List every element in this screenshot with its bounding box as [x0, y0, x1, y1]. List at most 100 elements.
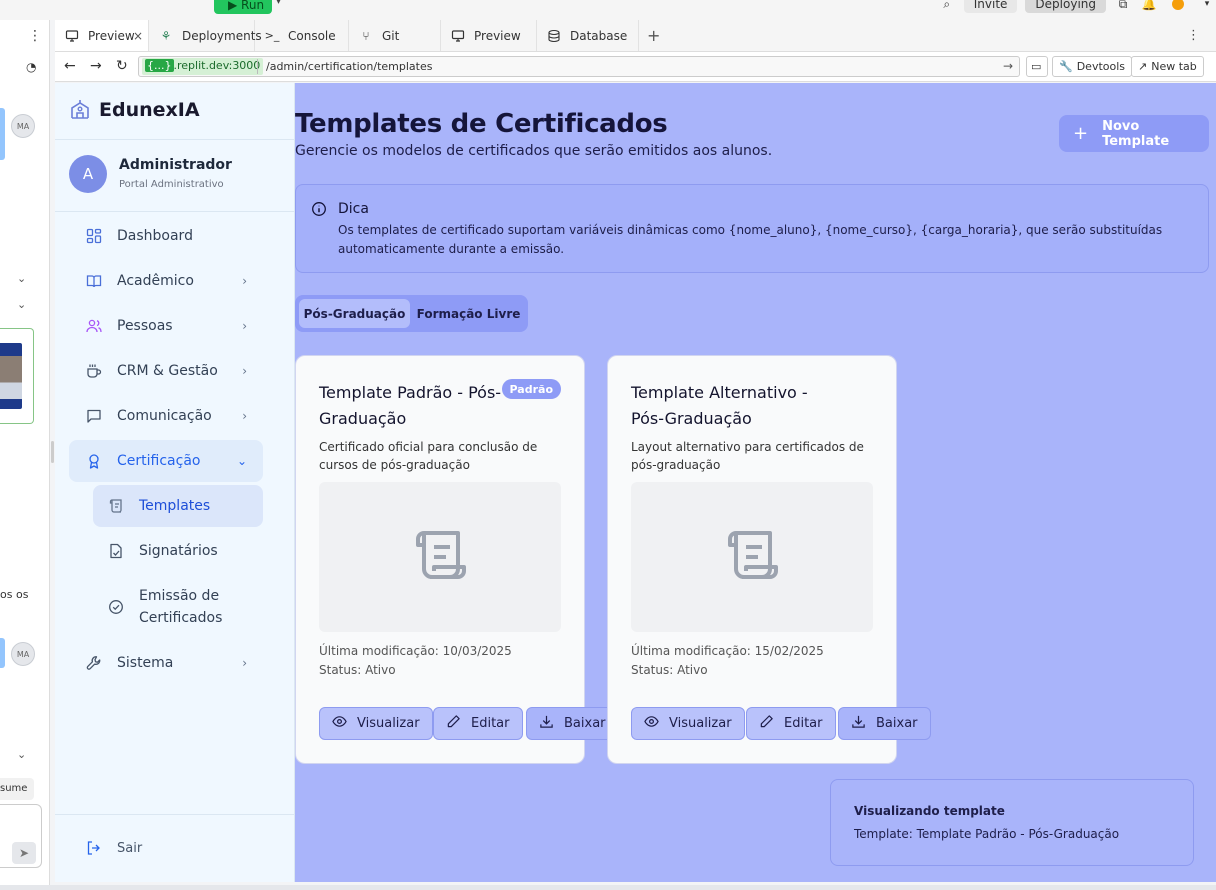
award-icon — [85, 452, 103, 470]
back-arrow-icon[interactable]: ← — [64, 58, 76, 74]
divider — [55, 814, 295, 815]
sidebar-subitem-templates[interactable]: Templates — [93, 485, 263, 527]
monitor-icon — [63, 27, 81, 45]
search-icon[interactable]: ⌕ — [938, 0, 956, 13]
view-label: Visualizar — [357, 716, 420, 731]
go-arrow-icon[interactable]: → — [1003, 59, 1013, 73]
forward-arrow-icon[interactable]: → — [90, 58, 102, 74]
tab-pos-graduacao[interactable]: Pós-Graduação — [299, 299, 410, 328]
sidebar-item-label: Certificação — [117, 453, 201, 469]
tab-console[interactable]: >_ Console — [255, 20, 349, 51]
reload-icon[interactable]: ↻ — [116, 58, 128, 74]
run-caret-icon[interactable]: ▾ — [276, 0, 281, 7]
card-description: Layout alternativo para certificados de … — [631, 440, 864, 472]
avatar[interactable]: A — [69, 155, 107, 193]
sidebar-subitem-emissao[interactable]: Emissão de Certificados — [93, 583, 263, 631]
view-label: Visualizar — [669, 716, 732, 731]
window-icon[interactable]: ⧉ — [1114, 0, 1132, 13]
chat-highlight — [0, 638, 5, 668]
user-role: Portal Administrativo — [119, 179, 224, 190]
plus-icon: + — [647, 26, 661, 45]
close-icon[interactable]: × — [133, 29, 143, 43]
status-text: Status: Ativo — [631, 663, 708, 677]
new-tab-button[interactable]: ↗ New tab — [1131, 56, 1204, 77]
sidebar-item-label: Sistema — [117, 655, 174, 671]
resize-handle[interactable] — [51, 441, 54, 463]
toast-notification[interactable]: Visualizando template Template: Template… — [830, 779, 1194, 866]
url-input[interactable]: {...} .replit.dev:3000 /admin/certificati… — [138, 56, 1020, 77]
card-title: Template Alternativo - Pós-Graduação — [631, 383, 808, 428]
app-sidebar: EdunexIA A Administrador Portal Administ… — [55, 83, 295, 882]
new-template-button[interactable]: + Novo Template — [1059, 115, 1209, 152]
sidebar-item-label: Acadêmico — [117, 273, 194, 289]
chevron-down-icon[interactable]: ▾ — [1198, 0, 1216, 13]
tip-title: Dica — [338, 201, 369, 217]
template-preview — [631, 482, 873, 632]
run-button[interactable]: ▶ Run — [214, 0, 272, 14]
bell-icon[interactable]: 🔔 — [1140, 0, 1158, 13]
deploy-status-button[interactable]: Deploying — [1025, 0, 1106, 13]
status-text: Status: Ativo — [319, 663, 396, 677]
invite-button[interactable]: Invite — [963, 0, 1018, 13]
logout-button[interactable]: Sair — [85, 839, 142, 857]
view-button[interactable]: Visualizar — [319, 707, 433, 740]
tab-preview-2[interactable]: Preview — [441, 20, 537, 51]
scroll-icon — [412, 529, 468, 585]
template-card: Template Alternativo - Pós-Graduação Lay… — [607, 355, 931, 764]
tab-formacao-livre[interactable]: Formação Livre — [413, 299, 524, 328]
sidebar-item-pessoas[interactable]: Pessoas › — [69, 305, 263, 347]
kebab-menu-icon[interactable]: ⋮ — [1187, 28, 1200, 43]
tab-preview[interactable]: Preview × — [55, 20, 149, 51]
chevron-right-icon: › — [242, 409, 247, 423]
download-button[interactable]: Baixar — [838, 707, 931, 740]
view-button[interactable]: Visualizar — [631, 707, 745, 740]
sidebar-item-academico[interactable]: Acadêmico › — [69, 260, 263, 302]
last-modified: Última modificação: 15/02/2025 — [631, 644, 824, 658]
sidebar-subitem-signatarios[interactable]: Signatários — [93, 530, 263, 572]
sidebar-item-crm[interactable]: CRM & Gestão › — [69, 350, 263, 392]
users-icon — [85, 317, 103, 335]
sidebar-item-label: Comunicação — [117, 408, 212, 424]
chevron-down-icon[interactable]: ⌄ — [17, 272, 26, 285]
sidebar-item-label: Pessoas — [117, 318, 173, 334]
sidebar-item-sistema[interactable]: Sistema › — [69, 642, 263, 684]
tab-label: Git — [382, 28, 400, 43]
send-icon[interactable]: ➤ — [12, 842, 36, 864]
scroll-icon — [107, 497, 125, 515]
gauge-icon[interactable]: ◔ — [26, 60, 36, 74]
chevron-right-icon: › — [242, 319, 247, 333]
kebab-menu-icon[interactable]: ⋮ — [28, 28, 42, 44]
sidebar-item-comunicacao[interactable]: Comunicação › — [69, 395, 263, 437]
user-avatar[interactable] — [1166, 0, 1190, 13]
tip-text: Os templates de certificado suportam var… — [338, 223, 1163, 256]
template-preview — [319, 482, 561, 632]
sidebar-subitem-label: Signatários — [139, 543, 218, 559]
preview-thumbnail[interactable] — [0, 328, 34, 424]
sidebar-item-certificacao[interactable]: Certificação ⌄ — [69, 440, 263, 482]
edit-button[interactable]: Editar — [746, 707, 836, 740]
sidebar-item-dashboard[interactable]: Dashboard — [69, 215, 263, 257]
add-tab-button[interactable]: + — [639, 20, 669, 51]
tab-git[interactable]: ⑂ Git — [349, 20, 441, 51]
tip-alert: Dica Os templates de certificado suporta… — [295, 184, 1209, 273]
download-button[interactable]: Baixar — [526, 707, 619, 740]
screen-icon[interactable]: ▭ — [1026, 56, 1048, 77]
wrench-icon — [85, 654, 103, 672]
main-content: Templates de Certificados Gerencie os mo… — [295, 83, 1216, 882]
edit-label: Editar — [471, 716, 510, 731]
tab-database[interactable]: Database — [537, 20, 639, 51]
chevron-down-icon[interactable]: ⌄ — [17, 298, 26, 311]
card-title: Template Padrão - Pós-Graduação — [319, 383, 502, 428]
chevron-down-icon: ⌄ — [236, 454, 247, 468]
host-badge: {...} — [145, 59, 174, 72]
page-title: Templates de Certificados — [295, 109, 668, 139]
devtools-button[interactable]: 🔧 Devtools — [1052, 56, 1133, 77]
brand[interactable]: EdunexIA — [69, 99, 200, 121]
chevron-down-icon[interactable]: ⌄ — [17, 748, 26, 761]
suggestion-chip[interactable]: sume — [0, 778, 34, 800]
file-check-icon — [107, 542, 125, 560]
chevron-right-icon: › — [242, 274, 247, 288]
pencil-icon — [446, 714, 461, 733]
tab-deployments[interactable]: ⚘ Deployments — [149, 20, 262, 51]
edit-button[interactable]: Editar — [433, 707, 523, 740]
